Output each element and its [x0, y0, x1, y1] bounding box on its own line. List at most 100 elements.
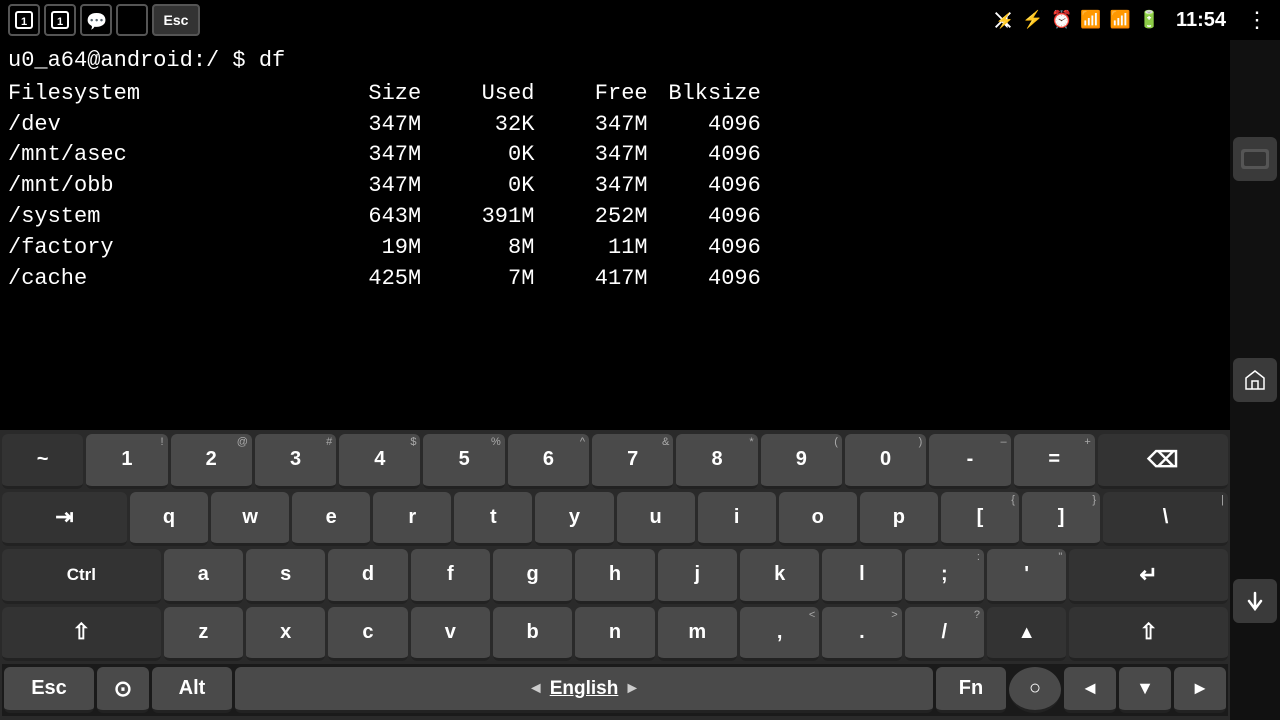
- esc-top-icon[interactable]: Esc: [152, 4, 200, 36]
- battery-icon: 🔋: [1139, 10, 1160, 30]
- key-z[interactable]: z: [164, 607, 243, 662]
- chat-icon[interactable]: 💬: [80, 4, 112, 36]
- key-esc[interactable]: Esc: [4, 667, 94, 713]
- key-minus[interactable]: -–: [929, 434, 1010, 489]
- key-nav-left[interactable]: ◄: [1064, 667, 1116, 713]
- clock: 11:54: [1176, 9, 1226, 32]
- svg-text:⚡: ⚡: [996, 12, 1014, 30]
- key-h[interactable]: h: [575, 549, 654, 604]
- key-equals[interactable]: =+: [1014, 434, 1095, 489]
- app-icon-2[interactable]: 1: [44, 4, 76, 36]
- key-fn[interactable]: Fn: [936, 667, 1006, 713]
- key-7[interactable]: 7&: [592, 434, 673, 489]
- keyboard: ~ 1! 2@ 3# 4$ 5% 6^ 7& 8* 9( 0) -– =+ ⌫ …: [0, 430, 1230, 720]
- status-icons: ⚡ ⚡ ⏰ 📶 📶 🔋 11:54 ⋮: [992, 7, 1268, 33]
- keyboard-row-zxcv: ⇧ z x c v b n m ,< .> /? ▲ ⇧: [2, 607, 1228, 662]
- key-tab[interactable]: ⇥: [2, 492, 127, 547]
- key-a[interactable]: a: [164, 549, 243, 604]
- svg-text:1: 1: [21, 16, 27, 28]
- keyboard-row-qwerty: ⇥ q w e r t y u i o p [{ ]} \|: [2, 492, 1228, 547]
- key-enter[interactable]: ↵: [1069, 549, 1228, 604]
- key-e[interactable]: e: [292, 492, 370, 547]
- terminal-row-cache: /cache 425M 7M 417M 4096: [8, 264, 1222, 295]
- keyboard-row-asdf: Ctrl a s d f g h j k l ;: '" ↵: [2, 549, 1228, 604]
- top-icons: 1 1 💬 ✉ Esc: [0, 0, 208, 40]
- key-backspace[interactable]: ⌫: [1098, 434, 1228, 489]
- key-l[interactable]: l: [822, 549, 901, 604]
- key-j[interactable]: j: [658, 549, 737, 604]
- keyboard-row-numbers: ~ 1! 2@ 3# 4$ 5% 6^ 7& 8* 9( 0) -– =+ ⌫: [2, 434, 1228, 489]
- key-w[interactable]: w: [211, 492, 289, 547]
- key-semicolon[interactable]: ;:: [905, 549, 984, 604]
- key-d[interactable]: d: [328, 549, 407, 604]
- key-s[interactable]: s: [246, 549, 325, 604]
- key-nav-right[interactable]: ►: [1174, 667, 1226, 713]
- key-f[interactable]: f: [411, 549, 490, 604]
- terminal-row-dev: /dev 347M 32K 347M 4096: [8, 110, 1222, 141]
- language-label: English: [550, 678, 619, 700]
- key-m[interactable]: m: [658, 607, 737, 662]
- key-o[interactable]: o: [779, 492, 857, 547]
- key-r[interactable]: r: [373, 492, 451, 547]
- key-3[interactable]: 3#: [255, 434, 336, 489]
- lang-next-icon[interactable]: ►: [624, 680, 640, 698]
- status-bar: 1 1 💬 ✉ Esc ⚡ ⚡ ⏰ 📶 📶 🔋 11:54 ⋮: [0, 0, 1280, 40]
- bluetooth-icon: ⚡: [1022, 10, 1043, 30]
- key-settings[interactable]: ⊙: [97, 667, 149, 713]
- key-x[interactable]: x: [246, 607, 325, 662]
- key-home-circle[interactable]: ○: [1009, 667, 1061, 713]
- terminal-header-row: Filesystem Size Used Free Blksize: [8, 79, 1222, 110]
- alarm-icon: ⏰: [1051, 10, 1072, 30]
- key-c[interactable]: c: [328, 607, 407, 662]
- key-ctrl[interactable]: Ctrl: [2, 549, 161, 604]
- key-y[interactable]: y: [535, 492, 613, 547]
- svg-text:✉: ✉: [122, 13, 135, 30]
- terminal-row-asec: /mnt/asec 347M 0K 347M 4096: [8, 140, 1222, 171]
- key-t[interactable]: t: [454, 492, 532, 547]
- key-language[interactable]: ◄ English ►: [235, 667, 933, 713]
- app-icon-1[interactable]: 1: [8, 4, 40, 36]
- key-i[interactable]: i: [698, 492, 776, 547]
- key-q[interactable]: q: [130, 492, 208, 547]
- key-k[interactable]: k: [740, 549, 819, 604]
- key-backslash[interactable]: \|: [1103, 492, 1228, 547]
- key-1[interactable]: 1!: [86, 434, 167, 489]
- nav-home-button[interactable]: [1233, 358, 1277, 402]
- key-v[interactable]: v: [411, 607, 490, 662]
- nav-back-button[interactable]: [1233, 137, 1277, 181]
- terminal: u0_a64@android:/ $ df Filesystem Size Us…: [0, 40, 1230, 430]
- key-p[interactable]: p: [860, 492, 938, 547]
- key-9[interactable]: 9(: [761, 434, 842, 489]
- key-u[interactable]: u: [617, 492, 695, 547]
- key-lbracket[interactable]: [{: [941, 492, 1019, 547]
- key-4[interactable]: 4$: [339, 434, 420, 489]
- lang-prev-icon[interactable]: ◄: [528, 680, 544, 698]
- key-n[interactable]: n: [575, 607, 654, 662]
- svg-text:💬: 💬: [86, 11, 106, 30]
- key-tilde[interactable]: ~: [2, 434, 83, 489]
- key-shift-left[interactable]: ⇧: [2, 607, 161, 662]
- signal-icon: 📶: [1110, 10, 1131, 30]
- key-comma[interactable]: ,<: [740, 607, 819, 662]
- mail-icon[interactable]: ✉: [116, 4, 148, 36]
- key-0[interactable]: 0): [845, 434, 926, 489]
- key-shift-right[interactable]: ⇧: [1069, 607, 1228, 662]
- svg-text:1: 1: [57, 16, 63, 28]
- key-8[interactable]: 8*: [676, 434, 757, 489]
- key-6[interactable]: 6^: [508, 434, 589, 489]
- key-g[interactable]: g: [493, 549, 572, 604]
- terminal-row-obb: /mnt/obb 347M 0K 347M 4096: [8, 171, 1222, 202]
- nav-down-button[interactable]: [1233, 579, 1277, 623]
- overflow-menu[interactable]: ⋮: [1246, 7, 1268, 33]
- key-nav-down[interactable]: ▼: [1119, 667, 1171, 713]
- key-slash[interactable]: /?: [905, 607, 984, 662]
- key-rbracket[interactable]: ]}: [1022, 492, 1100, 547]
- key-period[interactable]: .>: [822, 607, 901, 662]
- key-quote[interactable]: '": [987, 549, 1066, 604]
- key-b[interactable]: b: [493, 607, 572, 662]
- key-up[interactable]: ▲: [987, 607, 1066, 662]
- key-5[interactable]: 5%: [423, 434, 504, 489]
- terminal-row-factory: /factory 19M 8M 11M 4096: [8, 233, 1222, 264]
- key-2[interactable]: 2@: [171, 434, 252, 489]
- key-alt[interactable]: Alt: [152, 667, 232, 713]
